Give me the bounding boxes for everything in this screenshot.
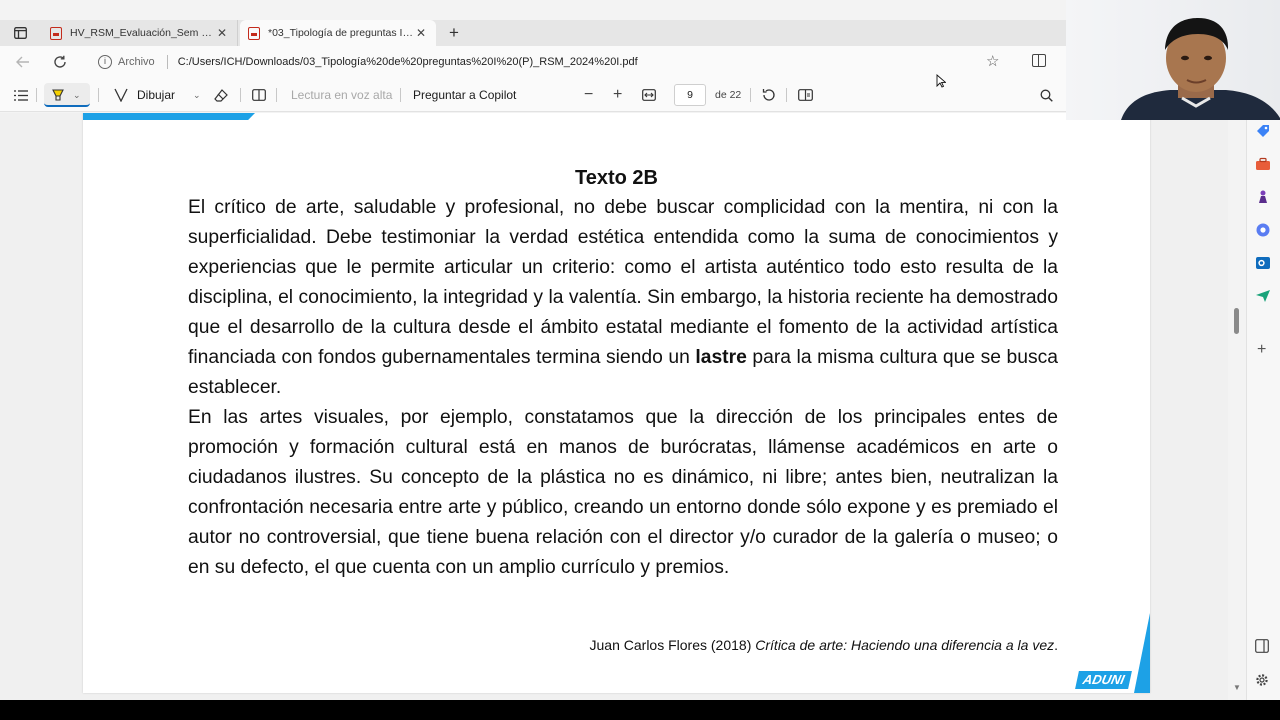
corner-stripe <box>1134 613 1150 693</box>
pdf-icon <box>248 26 260 40</box>
new-tab-button[interactable]: + <box>444 23 464 43</box>
search-button[interactable] <box>1040 78 1053 112</box>
draw-pen-icon <box>114 88 128 102</box>
tab-title: HV_RSM_Evaluación_Sem 3.pdf <box>70 27 215 39</box>
tab-tipologia-preguntas[interactable]: *03_Tipología de preguntas I (P)_RSM_202… <box>240 20 436 46</box>
scrollbar[interactable]: ▼ <box>1232 113 1242 693</box>
back-arrow-icon <box>16 56 29 68</box>
mouse-cursor-icon <box>936 74 946 88</box>
screen-bottom-bar <box>0 700 1280 720</box>
briefcase-icon[interactable] <box>1255 156 1271 172</box>
chess-icon[interactable] <box>1255 189 1271 205</box>
rotate-button[interactable] <box>762 78 776 112</box>
back-button[interactable] <box>12 52 34 72</box>
toolbar-divider <box>240 88 241 102</box>
toolbar-divider <box>786 88 787 102</box>
read-aloud-label: Lectura en voz alta <box>291 88 393 102</box>
citation-author: Juan Carlos Flores (2018) <box>589 637 752 653</box>
two-page-icon <box>798 89 813 101</box>
page-header-band <box>83 113 255 120</box>
address-bar: i Archivo C:/Users/ICH/Downloads/03_Tipo… <box>0 46 1066 78</box>
m365-icon[interactable] <box>1255 222 1271 238</box>
rotate-icon <box>762 89 775 101</box>
toolbar-divider <box>276 88 277 102</box>
toolbar-divider <box>400 88 401 102</box>
page-number-input[interactable]: 9 <box>674 84 706 106</box>
text-heading: Texto 2B <box>575 167 658 189</box>
pdf-toolbar: ⌄ Dibujar ⌄ Lectura en voz alta Pregunta… <box>0 78 1066 112</box>
citation-title: Crítica de arte: Haciendo una diferencia… <box>755 637 1055 653</box>
eraser-icon <box>214 88 228 102</box>
page-view-button[interactable] <box>798 78 813 112</box>
toolbar-divider <box>36 88 37 102</box>
page-count-label: de 22 <box>715 89 742 101</box>
citation-end: . <box>1054 637 1058 653</box>
aduni-logo: ADUNI <box>1074 671 1132 689</box>
sidebar-layout-icon[interactable] <box>1255 639 1271 655</box>
paragraph-2: En las artes visuales, por ejemplo, cons… <box>188 407 1058 578</box>
draw-button[interactable]: Dibujar ⌄ <box>114 78 201 112</box>
info-icon[interactable]: i <box>98 55 112 69</box>
tab-title: *03_Tipología de preguntas I (P)_RSM_202… <box>268 27 414 39</box>
read-aloud-button[interactable]: Lectura en voz alta <box>291 78 392 112</box>
webcam-overlay <box>1066 0 1280 120</box>
tag-icon[interactable] <box>1255 123 1271 139</box>
paragraph-1-text: El crítico de arte, saludable y profesio… <box>188 197 1058 368</box>
fit-width-icon <box>642 89 656 101</box>
toolbar-divider <box>750 88 751 102</box>
url-scheme-label: Archivo <box>118 56 155 68</box>
favorite-star-icon[interactable]: ☆ <box>986 52 999 70</box>
view-button[interactable] <box>252 78 266 112</box>
paragraph-1: El crítico de arte, saludable y profesio… <box>188 193 1058 403</box>
chevron-down-icon[interactable]: ⌄ <box>193 90 201 101</box>
url-divider <box>166 55 168 69</box>
zoom-in-button[interactable]: + <box>613 78 622 112</box>
outlook-icon[interactable] <box>1255 255 1271 271</box>
send-icon[interactable] <box>1255 288 1271 304</box>
pdf-page: Texto 2B El crítico de arte, saludable y… <box>83 113 1150 693</box>
scroll-down-arrow-icon[interactable]: ▼ <box>1233 683 1241 692</box>
edge-sidebar: + <box>1246 113 1280 700</box>
eraser-button[interactable] <box>214 78 228 112</box>
scrollbar-thumb[interactable] <box>1234 308 1239 334</box>
highlighter-tool[interactable]: ⌄ <box>51 78 81 112</box>
search-icon <box>1040 89 1053 102</box>
split-screen-icon[interactable] <box>1032 54 1046 67</box>
toolbar-divider <box>98 88 99 102</box>
tab-strip: HV_RSM_Evaluación_Sem 3.pdf ✕ *03_Tipolo… <box>0 20 1066 46</box>
ask-copilot-label: Preguntar a Copilot <box>413 88 517 102</box>
settings-gear-icon[interactable] <box>1255 673 1271 689</box>
close-icon[interactable]: ✕ <box>414 26 428 40</box>
close-icon[interactable]: ✕ <box>215 26 229 40</box>
refresh-icon <box>54 55 66 68</box>
book-view-icon <box>252 89 266 101</box>
highlighter-icon <box>52 89 64 101</box>
citation: Juan Carlos Flores (2018) Crítica de art… <box>590 637 1058 653</box>
zoom-out-button[interactable]: − <box>584 78 593 112</box>
pdf-icon <box>50 26 62 40</box>
draw-label: Dibujar <box>137 88 176 102</box>
tab-actions-icon <box>13 27 27 39</box>
url-text: C:/Users/ICH/Downloads/03_Tipología%20de… <box>177 56 638 68</box>
fit-page-button[interactable] <box>642 78 656 112</box>
url-field[interactable]: i Archivo C:/Users/ICH/Downloads/03_Tipo… <box>92 50 1012 74</box>
presenter-video <box>1121 18 1280 120</box>
refresh-button[interactable] <box>49 52 71 72</box>
tab-actions-button[interactable] <box>8 23 32 43</box>
pdf-viewer: Texto 2B El crítico de arte, saludable y… <box>0 113 1228 700</box>
chevron-down-icon[interactable]: ⌄ <box>73 90 81 101</box>
list-icon <box>14 89 28 101</box>
bold-word: lastre <box>695 347 747 368</box>
contents-button[interactable] <box>14 78 28 112</box>
add-sidebar-button[interactable]: + <box>1257 341 1266 359</box>
ask-copilot-button[interactable]: Preguntar a Copilot <box>413 78 516 112</box>
tab-hv-evaluacion[interactable]: HV_RSM_Evaluación_Sem 3.pdf ✕ <box>42 20 238 46</box>
